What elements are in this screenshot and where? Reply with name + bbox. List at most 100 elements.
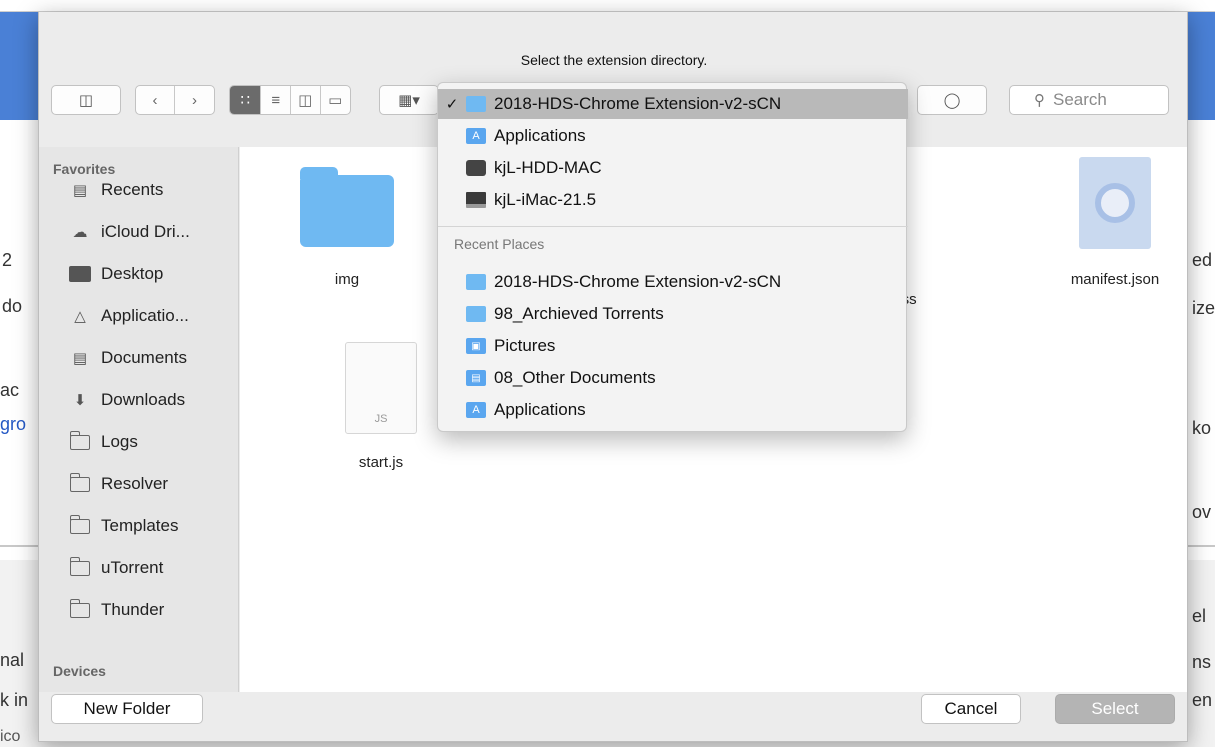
sidebar-item-label: uTorrent xyxy=(101,558,164,577)
sidebar-item-downloads[interactable]: ⬇ Downloads xyxy=(69,385,185,415)
menu-item-recent[interactable]: ▣ Pictures xyxy=(438,331,908,361)
hard-drive-icon xyxy=(466,160,486,176)
file-extension-label: JS xyxy=(374,413,388,425)
column-view-button[interactable]: ◫ xyxy=(291,86,321,114)
forward-button[interactable]: › xyxy=(175,86,214,114)
background-text: el xyxy=(1192,606,1207,626)
sidebar-item-label: Downloads xyxy=(101,390,186,409)
icon-view-button[interactable]: ∷ xyxy=(230,86,262,114)
sidebar: Favorites ▤ Recents ☁ iCloud Dri... Desk… xyxy=(39,147,239,692)
downloads-icon: ⬇ xyxy=(73,392,87,409)
imac-icon xyxy=(466,192,486,208)
menu-separator xyxy=(438,226,908,227)
file-name: start.js xyxy=(358,454,404,471)
background-text: k in xyxy=(0,690,29,710)
menu-item-hdd[interactable]: kjL-HDD-MAC xyxy=(438,153,908,183)
view-mode-control: ∷ ≡ ◫ ▭ xyxy=(229,85,351,115)
menu-item-label: 2018-HDS-Chrome Extension-v2-sCN xyxy=(494,94,782,113)
grid-icon: ▦▾ xyxy=(398,92,420,109)
list-view-button[interactable]: ≡ xyxy=(261,86,291,114)
folder-icon xyxy=(466,306,486,322)
folder-icon xyxy=(69,598,91,619)
recent-places-header: Recent Places xyxy=(454,236,545,252)
location-popup-menu: ✓ 2018-HDS-Chrome Extension-v2-sCN A App… xyxy=(437,82,908,432)
file-name: img xyxy=(334,271,360,288)
sidebar-item-applications[interactable]: △ Applicatio... xyxy=(69,301,189,331)
background-text: en xyxy=(1192,690,1213,710)
menu-item-current-folder[interactable]: ✓ 2018-HDS-Chrome Extension-v2-sCN xyxy=(438,89,908,119)
folder-icon xyxy=(69,556,91,577)
sidebar-item-label: iCloud Dri... xyxy=(101,222,190,241)
select-button[interactable]: Select xyxy=(1055,694,1175,724)
sidebar-item-label: Thunder xyxy=(101,600,165,619)
background-text: nal xyxy=(0,650,25,670)
gallery-view-button[interactable]: ▭ xyxy=(321,86,350,114)
desktop-icon xyxy=(69,265,91,283)
menu-item-recent[interactable]: A Applications xyxy=(438,395,908,425)
file-item[interactable]: manifest.json xyxy=(1055,157,1175,288)
background-text: ac xyxy=(0,380,20,400)
sidebar-toggle-button[interactable]: ◫ xyxy=(51,85,121,115)
search-icon: ⚲ xyxy=(1034,92,1045,109)
menu-item-label: kjL-HDD-MAC xyxy=(494,158,602,177)
recents-icon: ▤ xyxy=(72,182,88,199)
menu-item-recent[interactable]: 2018-HDS-Chrome Extension-v2-sCN xyxy=(438,267,908,297)
search-field[interactable]: ⚲ Search xyxy=(1009,85,1169,115)
tags-button[interactable]: ◯ xyxy=(917,85,987,115)
sidebar-item-desktop[interactable]: Desktop xyxy=(69,259,163,289)
sidebar-item-logs[interactable]: Logs xyxy=(69,427,138,457)
background-text: ns xyxy=(1192,652,1212,672)
applications-icon: △ xyxy=(74,308,86,325)
sidebar-item-resolver[interactable]: Resolver xyxy=(69,469,168,499)
sidebar-item-recents[interactable]: ▤ Recents xyxy=(69,175,163,205)
folder-icon xyxy=(466,274,486,290)
folder-icon xyxy=(466,96,486,112)
menu-item-label: Applications xyxy=(494,126,586,145)
background-link: gro xyxy=(0,414,27,434)
new-folder-button[interactable]: New Folder xyxy=(51,694,203,724)
folder-icon xyxy=(69,472,91,493)
menu-item-label: 2018-HDS-Chrome Extension-v2-sCN xyxy=(494,272,782,291)
folder-icon xyxy=(69,514,91,535)
file-item[interactable]: img xyxy=(292,167,402,288)
sidebar-item-thunder[interactable]: Thunder xyxy=(69,595,164,625)
file-item[interactable]: JS start.js xyxy=(326,342,436,471)
background-text: ize xyxy=(1192,298,1215,318)
menu-item-label: Pictures xyxy=(494,336,556,355)
background-text: ov xyxy=(1192,502,1212,522)
browser-top-bar xyxy=(0,0,1215,12)
menu-item-label: kjL-iMac-21.5 xyxy=(494,190,597,209)
sidebar-item-label: Documents xyxy=(101,348,187,367)
back-button[interactable]: ‹ xyxy=(136,86,176,114)
sidebar-item-utorrent[interactable]: uTorrent xyxy=(69,553,163,583)
pictures-icon: ▣ xyxy=(466,338,486,354)
sidebar-item-documents[interactable]: ▤ Documents xyxy=(69,343,187,373)
background-text: ico xyxy=(0,728,21,745)
sidebar-item-label: Desktop xyxy=(101,264,164,283)
sidebar-item-templates[interactable]: Templates xyxy=(69,511,178,541)
cancel-button[interactable]: Cancel xyxy=(921,694,1021,724)
menu-item-label: 98_Archieved Torrents xyxy=(494,304,664,323)
folder-icon xyxy=(69,430,91,451)
sidebar-item-label: Applicatio... xyxy=(101,306,189,325)
sidebar-item-icloud[interactable]: ☁ iCloud Dri... xyxy=(69,217,190,247)
back-forward-control: ‹ › xyxy=(135,85,215,115)
sidebar-icon: ◫ xyxy=(78,92,94,109)
documents-folder-icon: ▤ xyxy=(466,370,486,386)
background-text: ed xyxy=(1192,250,1213,270)
tag-icon: ◯ xyxy=(943,92,961,109)
checkmark-icon: ✓ xyxy=(445,96,459,113)
background-text: 2 xyxy=(2,250,13,270)
search-placeholder: Search xyxy=(1053,90,1107,109)
menu-item-recent[interactable]: ▤ 08_Other Documents xyxy=(438,363,908,393)
menu-item-applications[interactable]: A Applications xyxy=(438,121,908,151)
group-by-button[interactable]: ▦▾ xyxy=(379,85,439,115)
applications-icon: A xyxy=(466,402,486,418)
sidebar-item-label: Logs xyxy=(101,432,138,451)
background-text: do xyxy=(2,296,23,316)
dialog-title: Select the extension directory. xyxy=(520,52,708,68)
devices-header: Devices xyxy=(53,663,106,679)
menu-item-imac[interactable]: kjL-iMac-21.5 xyxy=(438,185,908,215)
menu-item-recent[interactable]: 98_Archieved Torrents xyxy=(438,299,908,329)
background-text: ko xyxy=(1192,418,1212,438)
